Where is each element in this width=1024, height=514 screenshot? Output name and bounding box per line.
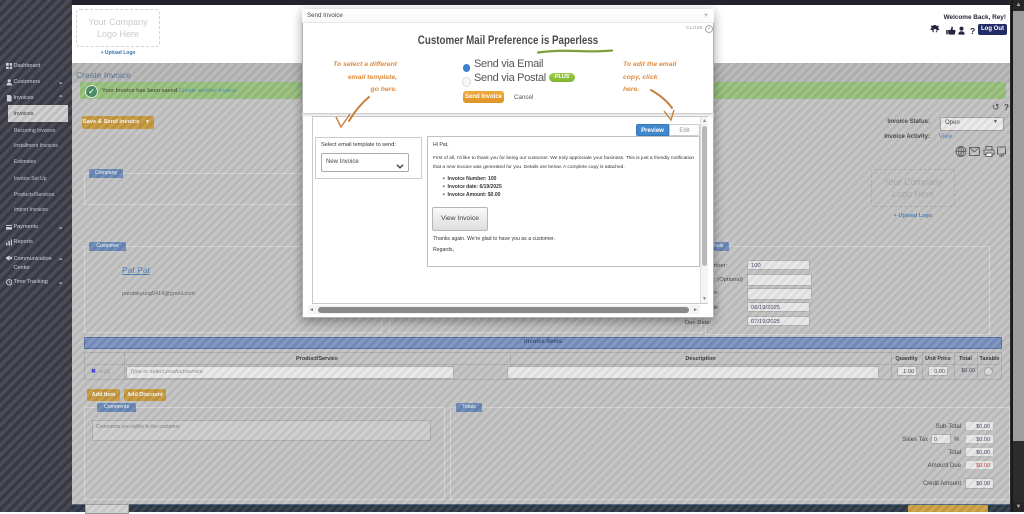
svg-text:?: ? [970,26,975,36]
